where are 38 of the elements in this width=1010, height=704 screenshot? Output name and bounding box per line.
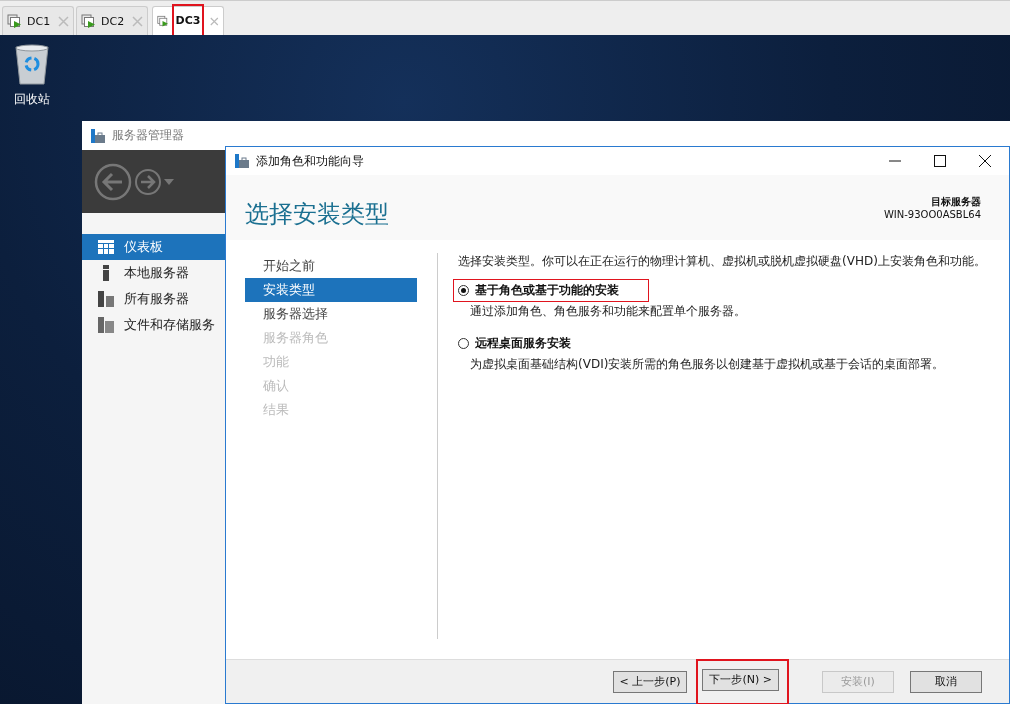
- dropdown-icon[interactable]: [164, 178, 174, 185]
- vm-tab[interactable]: DC1: [2, 6, 74, 35]
- dialog-button[interactable]: 下一步(N) >: [702, 668, 779, 691]
- recycle-bin-label[interactable]: 回收站: [14, 91, 50, 108]
- vm-icon: [81, 13, 97, 29]
- dialog-button[interactable]: < 上一步(P): [612, 670, 688, 693]
- sidebar-item[interactable]: 所有服务器: [82, 286, 225, 312]
- grid-icon: [98, 240, 114, 254]
- target-server-label: 目标服务器: [931, 195, 981, 208]
- sidebar-item[interactable]: 本地服务器: [82, 260, 225, 286]
- radio-button[interactable]: [458, 338, 469, 349]
- vm-tab[interactable]: DC3: [152, 6, 224, 35]
- radio-button[interactable]: [458, 285, 469, 296]
- forward-icon[interactable]: [134, 167, 162, 196]
- option-label[interactable]: 远程桌面服务安装: [475, 335, 571, 352]
- sidebar-item[interactable]: 仪表板: [82, 234, 225, 260]
- wizard-step[interactable]: 服务器选择: [245, 302, 417, 326]
- sidebar-item[interactable]: 文件和存储服务: [82, 312, 225, 338]
- servers-icon: [98, 291, 114, 307]
- page-heading: 选择安装类型: [245, 199, 389, 230]
- recycle-bin-icon[interactable]: [13, 43, 51, 85]
- wizard-icon: [234, 153, 250, 169]
- option-description: 为虚拟桌面基础结构(VDI)安装所需的角色服务以创建基于虚拟机或基于会话的桌面部署。: [469, 356, 946, 373]
- description-text: 选择安装类型。你可以在正在运行的物理计算机、虚拟机或脱机虚拟硬盘(VHD)上安装角色和功能。: [458, 253, 987, 269]
- wizard-step[interactable]: 开始之前: [245, 254, 417, 278]
- vm-icon: [7, 13, 23, 29]
- wizard-step[interactable]: 安装类型: [245, 278, 417, 302]
- server-manager-icon: [90, 127, 106, 144]
- window-title: 服务器管理器: [112, 127, 184, 144]
- option-description: 通过添加角色、角色服务和功能来配置单个服务器。: [469, 303, 747, 320]
- vm-icon: [157, 13, 170, 29]
- back-icon[interactable]: [94, 162, 132, 201]
- dialog-button[interactable]: 取消: [910, 670, 982, 693]
- close-icon[interactable]: [979, 155, 991, 167]
- window-title: 添加角色和功能向导: [256, 152, 364, 170]
- target-server-name: WIN-93OO0ASBL64: [883, 208, 981, 221]
- vm-tab[interactable]: DC2: [76, 6, 148, 35]
- maximize-icon[interactable]: [934, 155, 946, 167]
